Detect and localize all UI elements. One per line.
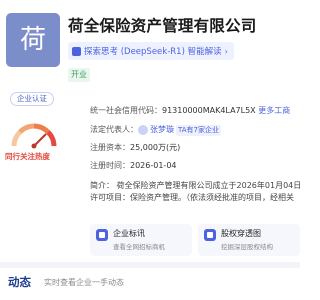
ai-icon: [72, 46, 81, 56]
dynamic-title[interactable]: 动态: [8, 274, 31, 290]
card-subtitle: 挖掘深层股权结构: [221, 243, 273, 251]
intro-line: 简介： 荷全保险资产管理有限公司成立于2026年01月04日: [90, 181, 300, 190]
credit-code-row: 统一社会信用代码：91310000MAK4LA7L5X 更多工商: [90, 106, 291, 115]
dynamic-subtitle: 实时查看企业一手动态: [44, 278, 124, 287]
capital-value: 25,000万(元): [130, 143, 181, 152]
hot-label: 同行关注热度: [5, 152, 50, 161]
status-badge: 开业: [68, 68, 90, 82]
equity-icon: [204, 229, 216, 241]
card-subtitle: 查看全网招标商机: [113, 243, 165, 251]
legal-rep-row: 法定代表人： 张梦璇 TA有7家企业: [90, 124, 221, 136]
ai-insight-label: 探索思考 (DeepSeek-R1) 智能解读: [84, 47, 222, 57]
date-value: 2026-01-04: [130, 161, 177, 170]
card-title: 企业标讯: [113, 229, 145, 238]
bid-info-card[interactable]: 企业标讯 查看全网招标商机: [90, 224, 192, 256]
bid-icon: [96, 229, 108, 241]
capital-row: 注册资本：25,000万(元): [90, 143, 181, 152]
avatar: [138, 124, 148, 135]
equity-chart-card[interactable]: 股权穿透图 挖掘深层股权结构: [198, 224, 300, 256]
legal-rep-link[interactable]: 张梦璇: [150, 125, 174, 134]
chevron-right-icon: ›: [224, 46, 228, 56]
company-intro[interactable]: 简介： 荷全保险资产管理有限公司成立于2026年01月04日 许可项目：保险资产…: [90, 180, 300, 204]
legal-rep-tag[interactable]: TA有7家企业: [176, 125, 221, 136]
date-row: 注册时间：2026-01-04: [90, 161, 177, 170]
intro-line: 许可项目：保险资产管理。（依法须经批准的项目，经相关: [90, 193, 294, 202]
company-logo: 荷: [6, 13, 60, 67]
company-name: 荷全保险资产管理有限公司: [68, 17, 257, 35]
section-divider: [0, 262, 300, 268]
certification-badge[interactable]: 企业认证: [10, 92, 54, 106]
company-card: 荷 荷全保险资产管理有限公司 探索思考 (DeepSeek-R1) 智能解读 ›…: [0, 0, 300, 300]
ai-insight-button[interactable]: 探索思考 (DeepSeek-R1) 智能解读 ›: [68, 42, 234, 60]
heat-gauge-icon: [11, 123, 57, 149]
more-business-link[interactable]: 更多工商: [258, 106, 290, 115]
card-title: 股权穿透图: [221, 229, 261, 238]
credit-code-value: 91310000MAK4LA7L5X: [162, 106, 256, 115]
